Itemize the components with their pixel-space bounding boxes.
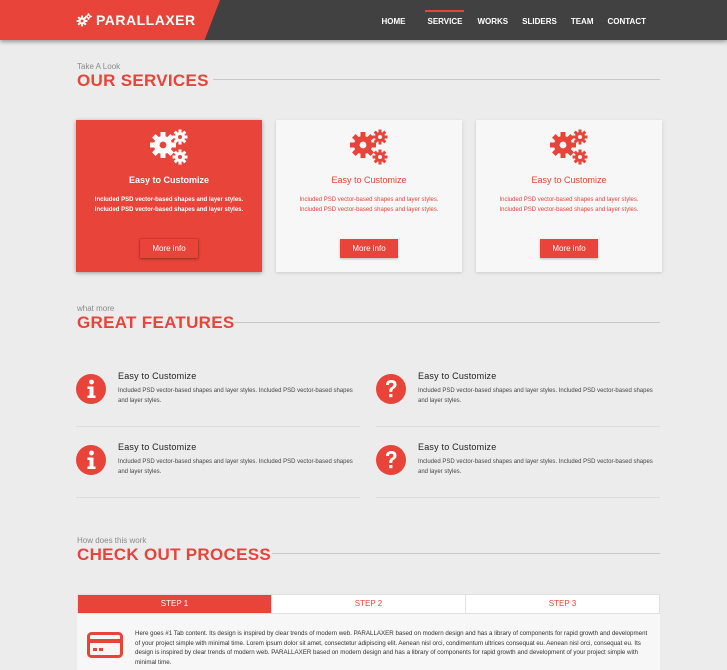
tab-content-text: Here goes #1 Tab content. Its design is … — [135, 630, 648, 666]
card-description: Included PSD vector-based shapes and lay… — [499, 197, 639, 213]
process-tabs: STEP 1 STEP 2 STEP 3 — [77, 594, 660, 614]
more-info-button[interactable]: More info — [140, 239, 198, 258]
services-subtitle: Take A Look — [77, 62, 121, 71]
top-navbar: PARALLAXER HOME SERVICE WORKS SLIDERS TE… — [0, 0, 727, 40]
nav-item-works[interactable]: WORKS — [477, 0, 508, 40]
features-subtitle: what more — [77, 304, 115, 313]
tab-step-1[interactable]: STEP 1 — [78, 595, 271, 613]
tab-step-2[interactable]: STEP 2 — [271, 595, 465, 613]
card-title: Easy to Customize — [128, 175, 210, 185]
more-info-button[interactable]: More info — [340, 239, 398, 258]
feature-item-3: Easy to Customize Included PSD vector-ba… — [76, 442, 360, 498]
nav-item-contact[interactable]: CONTACT — [607, 0, 646, 40]
main-nav: HOME SERVICE WORKS SLIDERS TEAM CONTACT — [381, 0, 727, 40]
process-divider — [272, 553, 660, 554]
feature-title: Easy to Customize — [418, 371, 497, 381]
feature-description: Included PSD vector-based shapes and lay… — [418, 459, 653, 475]
feature-title: Easy to Customize — [118, 442, 197, 452]
tab-panel: Here goes #1 Tab content. Its design is … — [77, 614, 660, 670]
brand-logo[interactable]: PARALLAXER — [0, 0, 220, 40]
nav-item-service[interactable]: SERVICE — [425, 0, 465, 40]
info-icon — [76, 374, 106, 404]
nav-item-sliders[interactable]: SLIDERS — [522, 0, 557, 40]
service-card-3[interactable]: Easy to Customize Included PSD vector-ba… — [476, 120, 662, 272]
feature-description: Included PSD vector-based shapes and lay… — [418, 388, 653, 404]
question-icon — [376, 374, 406, 404]
credit-card-icon — [87, 632, 123, 658]
gears-icon — [350, 129, 388, 165]
card-description: Included PSD vector-based shapes and lay… — [299, 197, 439, 213]
card-title: Easy to Customize — [531, 175, 607, 185]
feature-item-4: Easy to Customize Included PSD vector-ba… — [376, 442, 660, 498]
nav-item-home[interactable]: HOME — [381, 0, 405, 40]
gears-icon — [550, 129, 588, 165]
process-title: CHECK OUT PROCESS — [77, 545, 272, 564]
tab-step-3[interactable]: STEP 3 — [465, 595, 659, 613]
service-card-1[interactable]: Easy to Customize Included PSD vector-ba… — [76, 120, 262, 272]
process-subtitle: How does this work — [77, 536, 147, 545]
feature-title: Easy to Customize — [118, 371, 197, 381]
gears-icon — [150, 129, 188, 165]
services-divider — [213, 79, 660, 80]
features-title: GREAT FEATURES — [77, 313, 235, 332]
feature-title: Easy to Customize — [418, 442, 497, 452]
feature-description: Included PSD vector-based shapes and lay… — [118, 388, 353, 404]
card-title: Easy to Customize — [331, 175, 407, 185]
feature-item-1: Easy to Customize Included PSD vector-ba… — [76, 371, 360, 427]
feature-description: Included PSD vector-based shapes and lay… — [118, 459, 353, 475]
more-info-button[interactable]: More info — [540, 239, 598, 258]
brand-name: PARALLAXER — [96, 12, 196, 28]
services-title: OUR SERVICES — [77, 71, 209, 90]
info-icon — [76, 445, 106, 475]
gears-icon — [76, 13, 92, 27]
features-divider — [234, 322, 660, 323]
service-card-2[interactable]: Easy to Customize Included PSD vector-ba… — [276, 120, 462, 272]
card-description: Included PSD vector-based shapes and lay… — [94, 197, 244, 213]
question-icon — [376, 445, 406, 475]
feature-item-2: Easy to Customize Included PSD vector-ba… — [376, 371, 660, 427]
nav-item-team[interactable]: TEAM — [571, 0, 594, 40]
